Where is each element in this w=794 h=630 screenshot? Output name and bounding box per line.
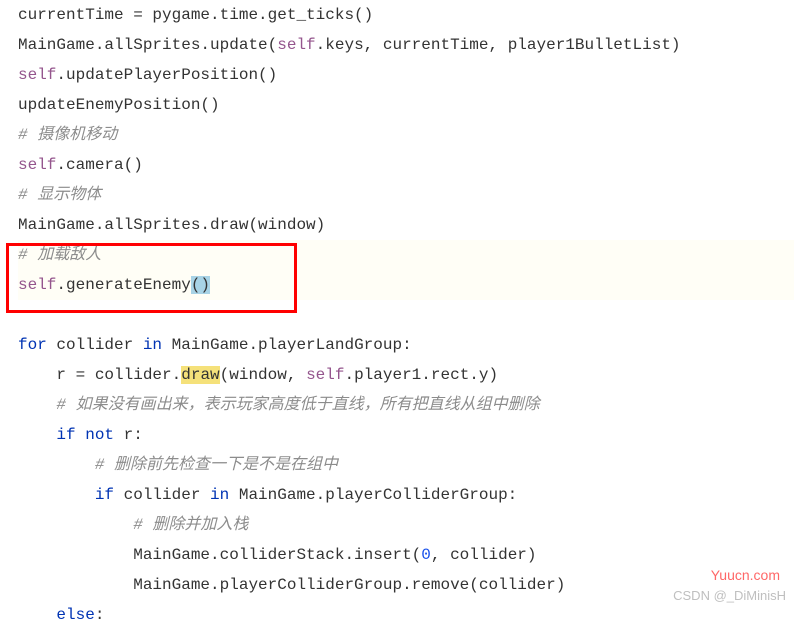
code-line-highlighted: # 加载敌人 [18, 240, 794, 270]
watermark-author: CSDN @_DiMinisH [673, 581, 786, 611]
code-line: # 显示物体 [18, 180, 794, 210]
search-highlight: draw [181, 366, 219, 384]
code-line: # 如果没有画出来，表示玩家高度低于直线，所有把直线从组中删除 [18, 390, 794, 420]
caret-highlight: () [191, 276, 210, 294]
code-line: MainGame.colliderStack.insert(0, collide… [18, 540, 794, 570]
code-line: # 删除前先检查一下是不是在组中 [18, 450, 794, 480]
code-line: self.updatePlayerPosition() [18, 60, 794, 90]
code-line-empty [18, 300, 794, 330]
code-line: MainGame.allSprites.update(self.keys, cu… [18, 30, 794, 60]
code-line: # 删除并加入栈 [18, 510, 794, 540]
code-line: currentTime = pygame.time.get_ticks() [18, 0, 794, 30]
code-line: if collider in MainGame.playerColliderGr… [18, 480, 794, 510]
code-line: self.camera() [18, 150, 794, 180]
code-line: updateEnemyPosition() [18, 90, 794, 120]
code-block: currentTime = pygame.time.get_ticks() Ma… [0, 0, 794, 630]
code-line: # 摄像机移动 [18, 120, 794, 150]
code-line: if not r: [18, 420, 794, 450]
code-line-highlighted: self.generateEnemy() [18, 270, 794, 300]
code-line: MainGame.allSprites.draw(window) [18, 210, 794, 240]
code-line: for collider in MainGame.playerLandGroup… [18, 330, 794, 360]
code-line: r = collider.draw(window, self.player1.r… [18, 360, 794, 390]
